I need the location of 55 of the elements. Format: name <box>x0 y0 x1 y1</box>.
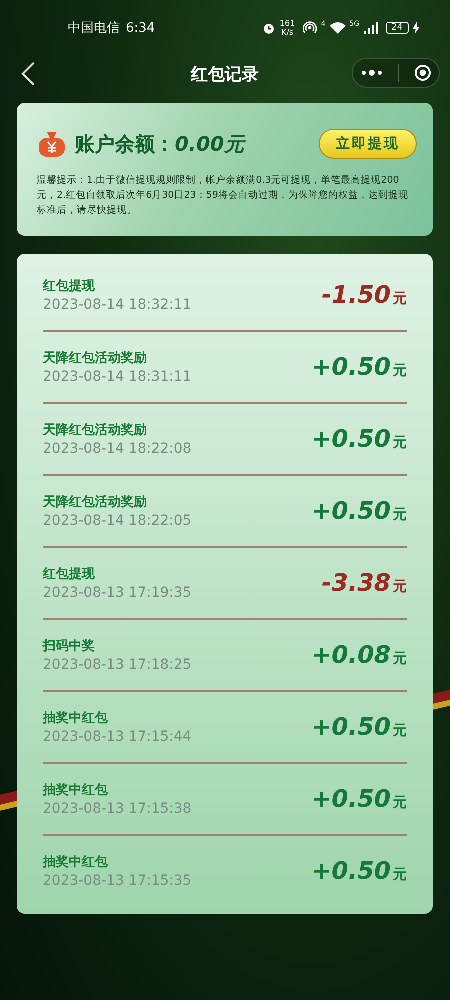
currency-unit: 元 <box>393 794 407 812</box>
currency-unit: 元 <box>393 722 407 740</box>
record-amount: +0.50 <box>312 857 391 885</box>
record-amount: -3.38 <box>322 569 391 597</box>
record-time: 2023-08-13 17:18:25 <box>43 657 192 673</box>
record-time: 2023-08-14 18:32:11 <box>43 297 192 313</box>
clock-time: 6:34 <box>126 20 156 36</box>
record-time: 2023-08-13 17:19:35 <box>43 585 192 601</box>
currency-unit: 元 <box>393 578 407 596</box>
record-amount: +0.50 <box>312 497 391 525</box>
carrier-name: 中国电信 <box>68 20 120 37</box>
speed-unit: K/s <box>281 28 294 37</box>
balance-label: 账户余额： <box>75 130 175 158</box>
battery-level: 24 <box>386 22 409 34</box>
record-title: 天降红包活动奖励 <box>43 422 148 439</box>
currency-unit: 元 <box>393 506 407 524</box>
record-time: 2023-08-13 17:15:35 <box>43 873 192 889</box>
alarm-icon <box>262 21 276 35</box>
record-time: 2023-08-14 18:22:05 <box>43 513 192 529</box>
page-title: 红包记录 <box>191 64 259 86</box>
withdraw-button[interactable]: 立即提现 <box>319 129 417 159</box>
hotspot-icon <box>303 21 318 35</box>
record-amount: +0.50 <box>312 785 391 813</box>
record-title: 红包提现 <box>43 278 96 295</box>
record-title: 抽奖中红包 <box>43 710 109 727</box>
record-time: 2023-08-14 18:22:08 <box>43 441 192 457</box>
record-title: 天降红包活动奖励 <box>43 494 148 511</box>
record-title: 抽奖中红包 <box>43 782 109 799</box>
record-amount: +0.08 <box>312 641 391 669</box>
record-title: 红包提现 <box>43 566 96 583</box>
charging-icon <box>413 22 420 34</box>
network-speed: 161 <box>280 19 296 28</box>
record-amount: +0.50 <box>312 425 391 453</box>
currency-unit: 元 <box>393 362 407 380</box>
wifi-icon <box>330 22 346 34</box>
record-amount: -1.50 <box>322 281 391 309</box>
currency-unit: 元 <box>393 866 407 884</box>
record-title: 抽奖中红包 <box>43 854 109 871</box>
record-title: 扫码中奖 <box>43 638 96 655</box>
currency-unit: 元 <box>393 650 407 668</box>
more-icon[interactable] <box>360 69 382 77</box>
record-amount: +0.50 <box>312 713 391 741</box>
record-amount: +0.50 <box>312 353 391 381</box>
balance-amount: 0.00元 <box>175 130 244 158</box>
currency-unit: 元 <box>393 290 407 308</box>
signal-icon <box>364 22 378 34</box>
record-time: 2023-08-14 18:31:11 <box>43 369 192 385</box>
money-bag-icon <box>37 130 67 158</box>
record-time: 2023-08-13 17:15:38 <box>43 801 192 817</box>
currency-unit: 元 <box>393 434 407 452</box>
record-time: 2023-08-13 17:15:44 <box>43 729 192 745</box>
close-icon[interactable] <box>414 64 432 82</box>
back-icon[interactable] <box>20 61 36 87</box>
record-title: 天降红包活动奖励 <box>43 350 148 367</box>
notice-text: 温馨提示：1.由于微信提现规则限制，帐户余额满0.3元可提现，单笔最高提现200元，2.红包自领取后次年6月30日23：59将会自动过期，为保障您的权益，达到提现标准后，请尽快提现。 <box>37 174 410 218</box>
